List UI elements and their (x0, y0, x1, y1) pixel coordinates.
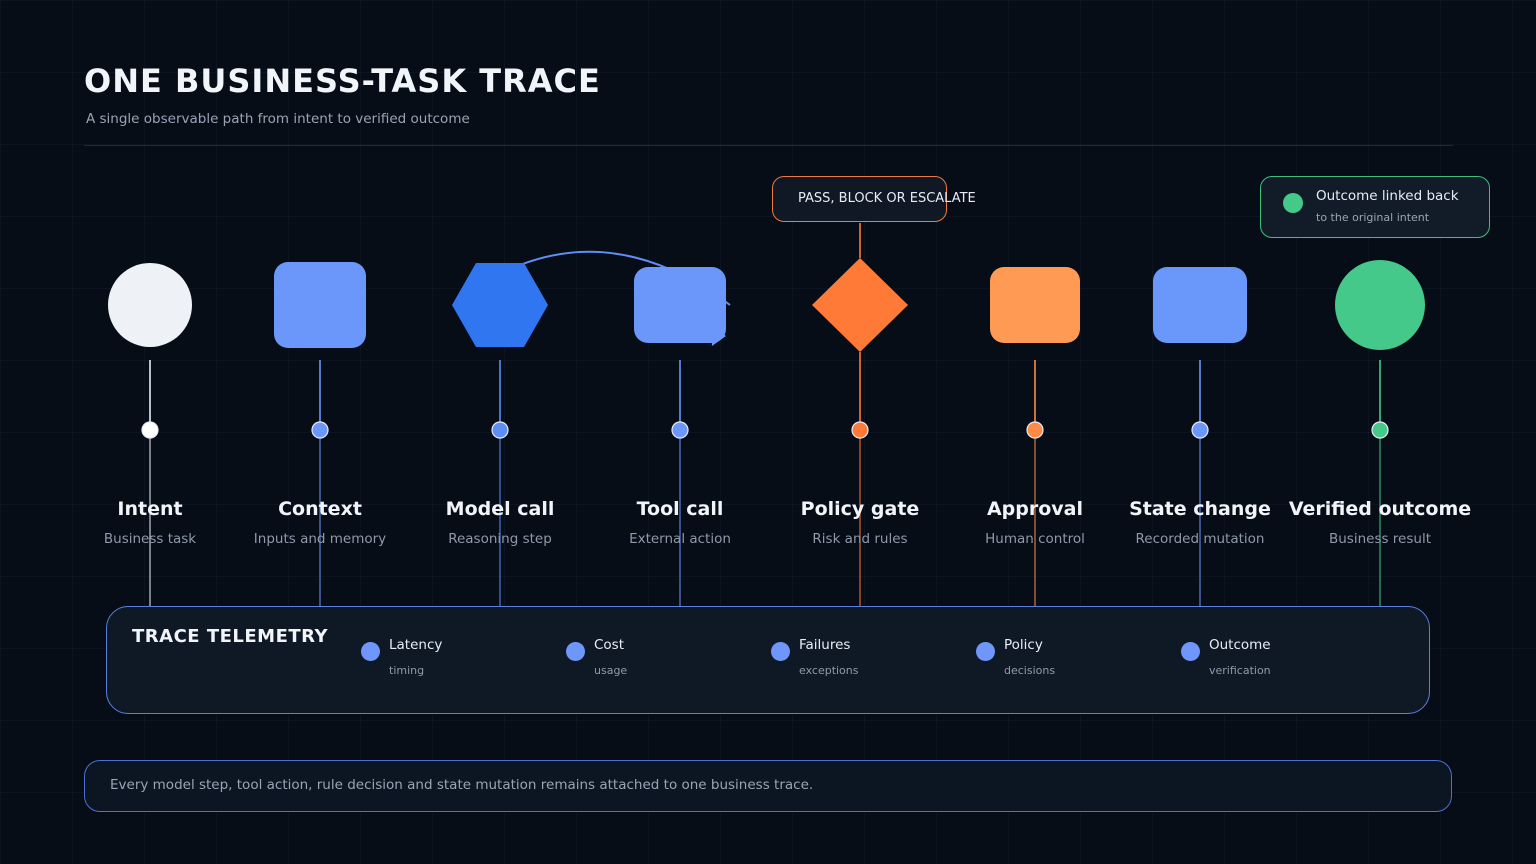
approval-node (990, 267, 1080, 343)
metric-failures-dot (771, 642, 790, 661)
intent-timeline-dot (141, 421, 159, 439)
footer-text: Every model step, tool action, rule deci… (110, 777, 814, 793)
metric-policy-sub: decisions (1004, 664, 1056, 677)
telemetry-title: TRACE TELEMETRY (132, 626, 329, 647)
context-node (274, 262, 366, 348)
tool-call-timeline-dot (671, 421, 689, 439)
model-call-node (452, 263, 548, 347)
metric-outcome-sub: verification (1209, 664, 1271, 677)
metric-cost-name: Cost (594, 637, 625, 653)
metric-policy-name: Policy (1004, 637, 1043, 653)
trace-telemetry-panel: TRACE TELEMETRY Latency timing Cost usage Fa… (106, 606, 1430, 714)
outcome-status-dot (1283, 193, 1303, 213)
outcome-callout: Outcome linked back to the original inte… (1260, 176, 1490, 238)
approval-timeline-dot (1026, 421, 1044, 439)
intent-node (108, 263, 192, 347)
metric-failures-name: Failures (799, 637, 851, 653)
metric-outcome-dot (1181, 642, 1200, 661)
metric-cost-sub: usage (594, 664, 628, 677)
metric-cost-dot (566, 642, 585, 661)
metric-policy-dot (976, 642, 995, 661)
policy-gate-timeline-dot (851, 421, 869, 439)
policy-gate-node (812, 258, 908, 352)
verified-outcome-timeline-dot (1371, 421, 1389, 439)
policy-gate-callout: PASS, BLOCK OR ESCALATE (772, 176, 976, 222)
context-timeline-dot (311, 421, 329, 439)
state-change-timeline-dot (1191, 421, 1209, 439)
metric-latency-name: Latency (389, 637, 443, 653)
metric-latency-dot (361, 642, 380, 661)
verified-outcome-label: Verified outcome (1288, 498, 1472, 520)
model-call-timeline-dot (491, 421, 509, 439)
footer-note: Every model step, tool action, rule deci… (84, 760, 1452, 812)
trace-diagram (108, 223, 1425, 606)
policy-callout-text: PASS, BLOCK OR ESCALATE (798, 191, 976, 206)
metric-outcome-name: Outcome (1209, 637, 1271, 653)
verified-outcome-sublabel: Business result (1328, 531, 1431, 547)
metric-failures-sub: exceptions (799, 664, 859, 677)
state-change-node (1153, 267, 1247, 343)
outcome-callout-title: Outcome linked back (1316, 188, 1459, 204)
verified-outcome-node (1335, 260, 1425, 350)
metric-latency-sub: timing (389, 664, 425, 677)
outcome-callout-subtitle: to the original intent (1316, 211, 1430, 224)
